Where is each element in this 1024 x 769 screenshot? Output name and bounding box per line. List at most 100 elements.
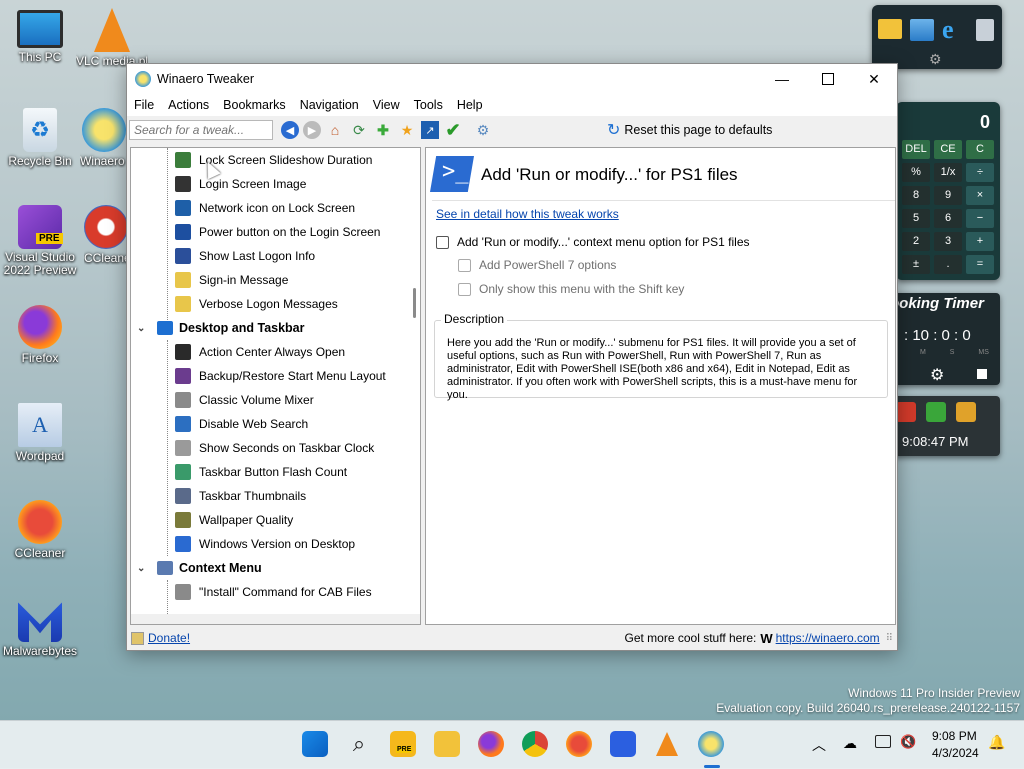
option-powershell-7[interactable]: Add PowerShell 7 options <box>458 258 616 272</box>
maximize-button[interactable] <box>805 64 851 94</box>
trash-icon[interactable] <box>976 19 994 41</box>
tree-item[interactable]: Sign-in Message <box>175 268 288 292</box>
option-run-or-modify[interactable]: Add 'Run or modify...' context menu opti… <box>436 235 750 249</box>
option-shift-key[interactable]: Only show this menu with the Shift key <box>458 282 684 296</box>
tree-item[interactable]: Show Seconds on Taskbar Clock <box>175 436 374 460</box>
search-input[interactable] <box>129 120 273 140</box>
menu-navigation[interactable]: Navigation <box>293 98 366 112</box>
calculator-key[interactable]: 1/x <box>934 163 962 182</box>
desktop-icon-wordpad[interactable]: A Wordpad <box>0 403 80 463</box>
menu-actions[interactable]: Actions <box>161 98 216 112</box>
menu-tools[interactable]: Tools <box>407 98 450 112</box>
tree-scrollbar-thumb[interactable] <box>413 288 416 318</box>
taskbar-clock-date[interactable]: 4/3/2024 <box>932 746 979 760</box>
tree-item[interactable]: Network icon on Lock Screen <box>175 196 355 220</box>
tree-item[interactable]: Wallpaper Quality <box>175 508 293 532</box>
checkbox-run-or-modify[interactable] <box>436 235 449 249</box>
power-off-icon[interactable] <box>896 402 916 422</box>
tree-item[interactable]: Show Last Logon Info <box>175 244 315 268</box>
ccleaner-icon[interactable] <box>566 731 592 757</box>
checkbox-powershell-7[interactable] <box>458 258 471 272</box>
minimize-button[interactable]: — <box>759 64 805 94</box>
calculator-key[interactable]: 5 <box>902 209 930 228</box>
add-bookmark-icon[interactable]: ✚ <box>373 120 393 140</box>
canary-browser-icon[interactable]: PRE <box>390 731 416 757</box>
refresh-icon[interactable]: ⟳ <box>349 120 369 140</box>
checkbox-shift-key[interactable] <box>458 282 471 296</box>
desktop-icon-winaero[interactable]: Winaero Tweaker <box>80 108 128 168</box>
calculator-key[interactable]: − <box>966 209 994 228</box>
desktop-icon-this-pc[interactable]: This PC <box>0 10 80 64</box>
vlc-icon[interactable] <box>654 731 680 757</box>
calculator-key[interactable]: ± <box>902 255 930 274</box>
title-bar[interactable]: Winaero Tweaker — ✕ <box>127 64 897 94</box>
notification-bell-icon[interactable]: 🔔 <box>988 734 1005 751</box>
tree-item[interactable]: Login Screen Image <box>175 172 306 196</box>
taskbar-clock-time[interactable]: 9:08 PM <box>932 729 977 743</box>
star-icon[interactable]: ★ <box>397 120 417 140</box>
forward-arrow-icon[interactable]: ▶ <box>303 121 321 139</box>
calculator-key[interactable]: 6 <box>934 209 962 228</box>
tree-item[interactable]: Taskbar Button Flash Count <box>175 460 347 484</box>
restart-icon[interactable] <box>926 402 946 422</box>
tree-item[interactable]: "Install" Command for CAB Files <box>175 580 372 604</box>
tree-category[interactable]: ⌄ Context Menu <box>137 556 262 580</box>
desktop-icon-ccleaner-browser[interactable]: CCleaner Browser <box>84 205 126 265</box>
display-icon[interactable] <box>875 735 891 748</box>
chevron-down-icon[interactable]: ⌄ <box>137 323 151 334</box>
desktop-icon-recycle-bin[interactable]: ♻ Recycle Bin <box>0 108 80 168</box>
close-button[interactable]: ✕ <box>851 64 897 94</box>
donate-link[interactable]: Donate! <box>148 631 190 645</box>
menu-file[interactable]: File <box>127 98 161 112</box>
tree-item[interactable]: Disable Web Search <box>175 412 308 436</box>
desktop-icon-visual-studio[interactable]: PRE Visual Studio 2022 Preview <box>0 205 80 277</box>
stop-icon[interactable] <box>977 369 987 379</box>
checkmark-icon[interactable]: ✔ <box>443 120 463 140</box>
settings-gear-icon[interactable]: ⚙ <box>473 120 493 140</box>
calculator-key[interactable]: C <box>966 140 994 159</box>
calculator-key[interactable]: % <box>902 163 930 182</box>
calculator-key[interactable]: ÷ <box>966 163 994 182</box>
calculator-key[interactable]: = <box>966 255 994 274</box>
tree-item[interactable]: Windows Version on Desktop <box>175 532 355 556</box>
calculator-key[interactable]: 9 <box>934 186 962 205</box>
tree-item[interactable]: Action Center Always Open <box>175 340 345 364</box>
calculator-key[interactable]: . <box>934 255 962 274</box>
desktop-icon-ccleaner[interactable]: CCleaner <box>0 500 80 560</box>
calculator-key[interactable]: 8 <box>902 186 930 205</box>
calculator-key[interactable]: CE <box>934 140 962 159</box>
folder-icon[interactable] <box>878 19 902 39</box>
start-windows-icon[interactable] <box>302 731 328 757</box>
tree-item[interactable]: Verbose Logon Messages <box>175 292 338 316</box>
internet-explorer-icon[interactable]: e <box>942 17 968 43</box>
desktop-icon-firefox[interactable]: Firefox <box>0 305 80 365</box>
resize-grip-icon[interactable]: ⠿ <box>886 633 893 644</box>
lock-key-icon[interactable] <box>956 402 976 422</box>
network-disconnected-icon[interactable]: ☁ <box>843 735 857 752</box>
desktop-icon-vlc[interactable]: VLC media player <box>76 8 148 68</box>
gear-icon[interactable]: ⚙ <box>929 51 942 68</box>
gear-icon[interactable]: ⚙ <box>930 365 944 385</box>
control-panel-icon[interactable] <box>910 19 934 41</box>
see-detail-link[interactable]: See in detail how this tweak works <box>436 207 619 221</box>
menu-help[interactable]: Help <box>450 98 490 112</box>
chevron-down-icon[interactable]: ⌄ <box>137 563 151 574</box>
calculator-key[interactable]: × <box>966 186 994 205</box>
tree-item[interactable]: Power button on the Login Screen <box>175 220 380 244</box>
reset-page-button[interactable]: ↻ Reset this page to defaults <box>607 120 772 140</box>
home-icon[interactable]: ⌂ <box>325 120 345 140</box>
tree-item[interactable]: Taskbar Thumbnails <box>175 484 306 508</box>
tree-horizontal-scrollbar[interactable] <box>131 614 420 624</box>
volume-muted-icon[interactable]: 🔇 <box>900 734 916 750</box>
menu-bookmarks[interactable]: Bookmarks <box>216 98 293 112</box>
back-arrow-icon[interactable]: ◀ <box>281 121 299 139</box>
tree-item[interactable]: Classic Volume Mixer <box>175 388 314 412</box>
file-explorer-icon[interactable] <box>434 731 460 757</box>
search-icon[interactable]: ⌕ <box>346 731 372 757</box>
calculator-key[interactable]: DEL <box>902 140 930 159</box>
calculator-key[interactable]: 2 <box>902 232 930 251</box>
shortcut-icon[interactable]: ↗ <box>421 121 439 139</box>
calculator-key[interactable]: 3 <box>934 232 962 251</box>
tree-category[interactable]: ⌄ Desktop and Taskbar <box>137 316 305 340</box>
chrome-icon[interactable] <box>522 731 548 757</box>
